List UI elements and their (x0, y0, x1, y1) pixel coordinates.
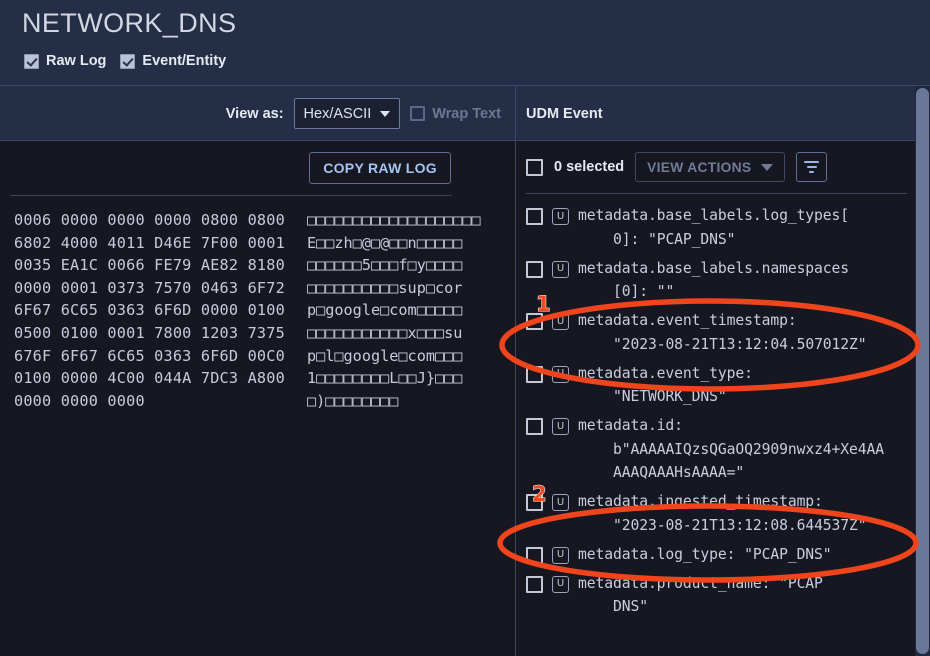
list-item[interactable]: U metadata.id: b"AAAAAIQzsQGaOQ2909nwxz4… (517, 414, 915, 485)
row-checkbox[interactable] (526, 208, 543, 225)
select-all-checkbox[interactable] (526, 159, 543, 176)
udm-selection-bar: 0 selected VIEW ACTIONS (517, 141, 915, 193)
udm-panel-header: UDM Event (517, 86, 915, 141)
copy-row: COPY RAW LOG (0, 141, 515, 195)
view-as-label: View as: (226, 106, 284, 122)
page-title: NETWORK_DNS (22, 8, 236, 39)
raw-log-toolbar: View as: Hex/ASCII Wrap Text (0, 86, 516, 141)
udm-badge-icon: U (552, 313, 569, 330)
copy-raw-log-button[interactable]: COPY RAW LOG (309, 152, 451, 184)
view-actions-button[interactable]: VIEW ACTIONS (635, 152, 785, 182)
raw-log-panel: COPY RAW LOG 0006 0000 0000 0000 0800 08… (0, 141, 516, 656)
raw-log-checkbox-icon[interactable] (24, 54, 39, 69)
field-text: metadata.event_type: "NETWORK_DNS" (578, 362, 753, 409)
chevron-down-icon (761, 164, 773, 171)
annotation-number-2: 2 (532, 482, 547, 506)
event-entity-checkbox-icon[interactable] (120, 54, 135, 69)
page-header: NETWORK_DNS Raw Log Event/Entity (0, 0, 930, 86)
view-actions-label: VIEW ACTIONS (647, 160, 751, 175)
header-checkbox-row: Raw Log Event/Entity (24, 53, 226, 69)
field-text: metadata.product_name: "PCAP DNS" (578, 572, 823, 619)
list-item[interactable]: U metadata.base_labels.namespaces [0]: "… (517, 257, 915, 304)
toggle-event-entity[interactable]: Event/Entity (120, 53, 226, 69)
toolbar-band: View as: Hex/ASCII Wrap Text UDM Event (0, 86, 930, 141)
row-checkbox[interactable] (526, 366, 543, 383)
hex-bytes-column: 0006 0000 0000 0000 0800 0800 6802 4000 … (14, 209, 285, 412)
vertical-scrollbar-thumb[interactable] (916, 88, 929, 654)
udm-badge-icon: U (552, 418, 569, 435)
row-checkbox[interactable] (526, 547, 543, 564)
ascii-column: □□□□□□□□□□□□□□□□□□□ E□□zh□@□@□□n□□□□□ □□… (307, 209, 481, 412)
log-detail-viewer: NETWORK_DNS Raw Log Event/Entity View as… (0, 0, 930, 656)
row-checkbox[interactable] (526, 576, 543, 593)
list-item[interactable]: U metadata.event_type: "NETWORK_DNS" (517, 362, 915, 409)
field-text: metadata.ingested_timestamp: "2023-08-21… (578, 490, 867, 537)
raw-log-label: Raw Log (46, 53, 106, 69)
udm-field-list: U metadata.base_labels.log_types[ 0]: "P… (517, 204, 915, 656)
udm-badge-icon: U (552, 208, 569, 225)
raw-log-divider (10, 195, 452, 196)
row-checkbox[interactable] (526, 261, 543, 278)
udm-badge-icon: U (552, 494, 569, 511)
view-as-selected-value: Hex/ASCII (304, 106, 372, 122)
filter-icon[interactable] (796, 152, 827, 182)
udm-divider (526, 193, 907, 194)
field-text: metadata.id: b"AAAAAIQzsQGaOQ2909nwxz4+X… (578, 414, 884, 485)
list-item[interactable]: U metadata.event_timestamp: "2023-08-21T… (517, 309, 915, 356)
udm-badge-icon: U (552, 261, 569, 278)
list-item[interactable]: U metadata.ingested_timestamp: "2023-08-… (517, 490, 915, 537)
view-as-select[interactable]: Hex/ASCII (294, 98, 401, 129)
event-entity-label: Event/Entity (142, 53, 226, 69)
wrap-text-checkbox-icon[interactable] (410, 106, 425, 121)
wrap-text-label: Wrap Text (432, 106, 501, 122)
toggle-raw-log[interactable]: Raw Log (24, 53, 106, 69)
udm-badge-icon: U (552, 366, 569, 383)
toggle-wrap-text[interactable]: Wrap Text (410, 106, 501, 122)
selected-count-label: 0 selected (554, 159, 624, 175)
field-text: metadata.base_labels.namespaces [0]: "" (578, 257, 849, 304)
hex-dump: 0006 0000 0000 0000 0800 0800 6802 4000 … (14, 209, 481, 412)
list-item[interactable]: U metadata.product_name: "PCAP DNS" (517, 572, 915, 619)
row-checkbox[interactable] (526, 418, 543, 435)
udm-badge-icon: U (552, 576, 569, 593)
udm-badge-icon: U (552, 547, 569, 564)
list-item[interactable]: U metadata.base_labels.log_types[ 0]: "P… (517, 204, 915, 251)
list-item[interactable]: U metadata.log_type: "PCAP_DNS" (517, 543, 915, 567)
udm-event-title: UDM Event (526, 106, 603, 122)
chevron-down-icon (380, 111, 390, 117)
field-text: metadata.event_timestamp: "2023-08-21T13… (578, 309, 867, 356)
udm-event-panel: 0 selected VIEW ACTIONS U metadata.base_… (517, 141, 915, 656)
field-text: metadata.log_type: "PCAP_DNS" (578, 543, 832, 567)
annotation-number-1: 1 (536, 292, 551, 316)
field-text: metadata.base_labels.log_types[ 0]: "PCA… (578, 204, 849, 251)
